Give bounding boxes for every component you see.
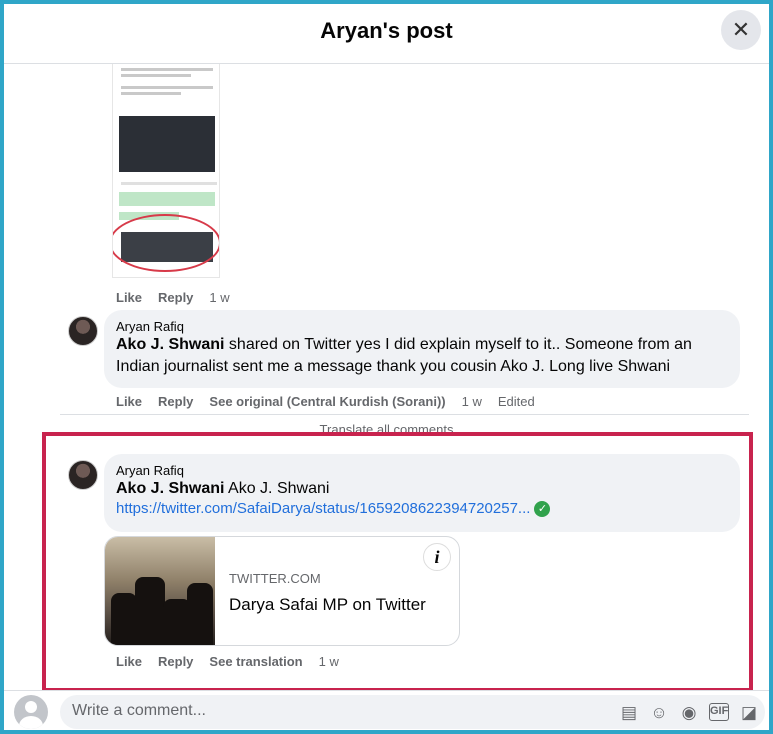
avatar[interactable] xyxy=(68,316,98,346)
avatar[interactable] xyxy=(14,695,48,729)
edited-label: Edited xyxy=(497,394,535,409)
post-dialog: Aryan's post ✕ Like Reply 1 w Aryan Rafi xyxy=(0,0,773,734)
comment-attachment-image[interactable] xyxy=(112,64,220,278)
comment-actions: Like Reply See original (Central Kurdish… xyxy=(116,394,535,409)
highlight-box xyxy=(42,432,753,690)
camera-icon[interactable]: ◉ xyxy=(679,703,699,723)
reply-button[interactable]: Reply xyxy=(158,290,193,305)
see-original-button[interactable]: See original (Central Kurdish (Sorani)) xyxy=(209,394,445,409)
comment-composer: Write a comment... ▤ ☺ ◉ GIF ◪ xyxy=(4,690,769,730)
comments-feed[interactable]: Like Reply 1 w Aryan Rafiq Ako J. Shwani… xyxy=(4,64,769,690)
close-button[interactable]: ✕ xyxy=(721,10,761,50)
emoji-icon[interactable]: ☺ xyxy=(649,703,669,723)
dialog-header: Aryan's post ✕ xyxy=(4,4,769,64)
comment-bubble: Aryan Rafiq Ako J. Shwani shared on Twit… xyxy=(104,310,740,388)
close-icon: ✕ xyxy=(731,17,751,42)
mention-link[interactable]: Ako J. Shwani xyxy=(116,336,224,353)
like-button[interactable]: Like xyxy=(116,394,142,409)
page-title: Aryan's post xyxy=(320,18,453,43)
annotation-circle xyxy=(113,214,219,272)
composer-tools: ▤ ☺ ◉ GIF ◪ xyxy=(619,703,759,723)
like-button[interactable]: Like xyxy=(116,290,142,305)
divider xyxy=(60,414,749,415)
gif-icon[interactable]: GIF xyxy=(709,703,729,721)
comment-actions: Like Reply 1 w xyxy=(116,290,230,305)
comment-author[interactable]: Aryan Rafiq xyxy=(116,319,728,334)
comment-text: Ako J. Shwani shared on Twitter yes I di… xyxy=(116,334,728,378)
reply-button[interactable]: Reply xyxy=(158,394,193,409)
avatar-sticker-icon[interactable]: ◪ xyxy=(739,703,759,723)
sticker-icon[interactable]: ▤ xyxy=(619,703,639,723)
comment-timestamp[interactable]: 1 w xyxy=(462,394,482,409)
comment-timestamp[interactable]: 1 w xyxy=(209,290,229,305)
